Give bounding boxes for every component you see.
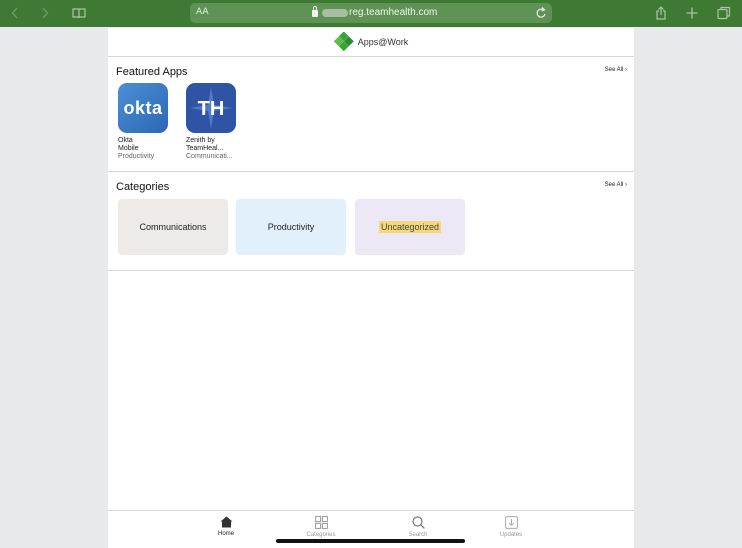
url-text: reg.teamhealth.com bbox=[349, 7, 438, 18]
lock-icon bbox=[312, 6, 318, 17]
tabs-button[interactable] bbox=[714, 4, 734, 22]
categories-title: Categories bbox=[116, 181, 170, 193]
tab-updates[interactable]: Updates bbox=[481, 516, 541, 538]
book-icon bbox=[72, 7, 86, 18]
home-indicator[interactable] bbox=[276, 539, 465, 543]
chevron-left-icon bbox=[11, 7, 18, 19]
okta-logo-text: okta bbox=[123, 97, 163, 118]
featured-see-all-link[interactable]: See All › bbox=[605, 67, 627, 73]
chevron-right-icon bbox=[42, 7, 49, 19]
url-display: reg.teamhealth.com bbox=[312, 6, 438, 18]
brand-name: Apps@Work bbox=[357, 37, 409, 47]
zenith-app-icon: TH bbox=[186, 83, 236, 133]
text-size-button[interactable]: AA bbox=[196, 7, 209, 17]
category-label: Productivity bbox=[267, 222, 315, 232]
share-icon bbox=[656, 6, 666, 20]
reload-button[interactable] bbox=[536, 6, 547, 24]
category-card-communications[interactable]: Communications bbox=[118, 199, 228, 255]
category-label: Uncategorized bbox=[378, 221, 442, 233]
featured-apps-title: Featured Apps bbox=[116, 66, 188, 78]
address-bar[interactable]: AA reg.teamhealth.com bbox=[190, 3, 552, 23]
tab-label: Updates bbox=[499, 532, 523, 538]
see-all-label: See All bbox=[604, 182, 624, 188]
download-icon bbox=[504, 516, 518, 529]
redacted-subdomain bbox=[322, 8, 348, 17]
app-name-line2: Mobile bbox=[118, 145, 139, 152]
app-name-line1: Okta bbox=[118, 137, 133, 144]
tabs-icon bbox=[717, 6, 731, 20]
tab-label: Search bbox=[408, 532, 428, 538]
plus-icon bbox=[686, 7, 698, 19]
category-card-productivity[interactable]: Productivity bbox=[236, 199, 346, 255]
category-card-uncategorized[interactable]: Uncategorized bbox=[355, 199, 465, 255]
okta-app-icon: okta bbox=[118, 83, 168, 133]
category-label: Communications bbox=[139, 222, 207, 232]
app-store-page: Apps@Work Featured Apps See All › okta O… bbox=[108, 28, 634, 548]
tab-search[interactable]: Search bbox=[388, 516, 448, 538]
search-icon bbox=[411, 516, 425, 529]
bookmarks-button[interactable] bbox=[69, 4, 89, 22]
section-divider bbox=[108, 270, 634, 271]
tab-categories[interactable]: Categories bbox=[291, 516, 351, 538]
tab-home[interactable]: Home bbox=[196, 516, 256, 537]
share-button[interactable] bbox=[651, 4, 671, 22]
app-tile-okta[interactable]: okta Okta Mobile Productivity bbox=[118, 83, 176, 161]
forward-button[interactable] bbox=[35, 4, 55, 22]
see-all-label: See All bbox=[604, 67, 624, 73]
app-tile-zenith[interactable]: TH Zenith by TeamHeal... Communicati... bbox=[186, 83, 244, 161]
zenith-logo-text: TH bbox=[198, 98, 225, 120]
categories-see-all-link[interactable]: See All › bbox=[605, 182, 627, 188]
browser-toolbar: AA reg.teamhealth.com bbox=[0, 0, 742, 27]
tab-label: Categories bbox=[306, 532, 336, 538]
house-icon bbox=[220, 516, 232, 528]
app-category: Communicati... bbox=[186, 153, 233, 160]
tab-label: Home bbox=[217, 531, 234, 537]
grid-icon bbox=[314, 516, 328, 529]
zenith-star-icon: TH bbox=[190, 87, 232, 129]
app-category: Productivity bbox=[118, 153, 155, 160]
app-name-line1: Zenith by bbox=[186, 137, 215, 144]
app-header: Apps@Work bbox=[108, 28, 634, 57]
brand-logo-icon bbox=[333, 32, 354, 52]
back-button[interactable] bbox=[5, 4, 25, 22]
reload-icon bbox=[536, 7, 546, 18]
section-divider bbox=[108, 171, 634, 172]
new-tab-button[interactable] bbox=[682, 4, 702, 22]
app-name-line2: TeamHeal... bbox=[186, 145, 224, 152]
